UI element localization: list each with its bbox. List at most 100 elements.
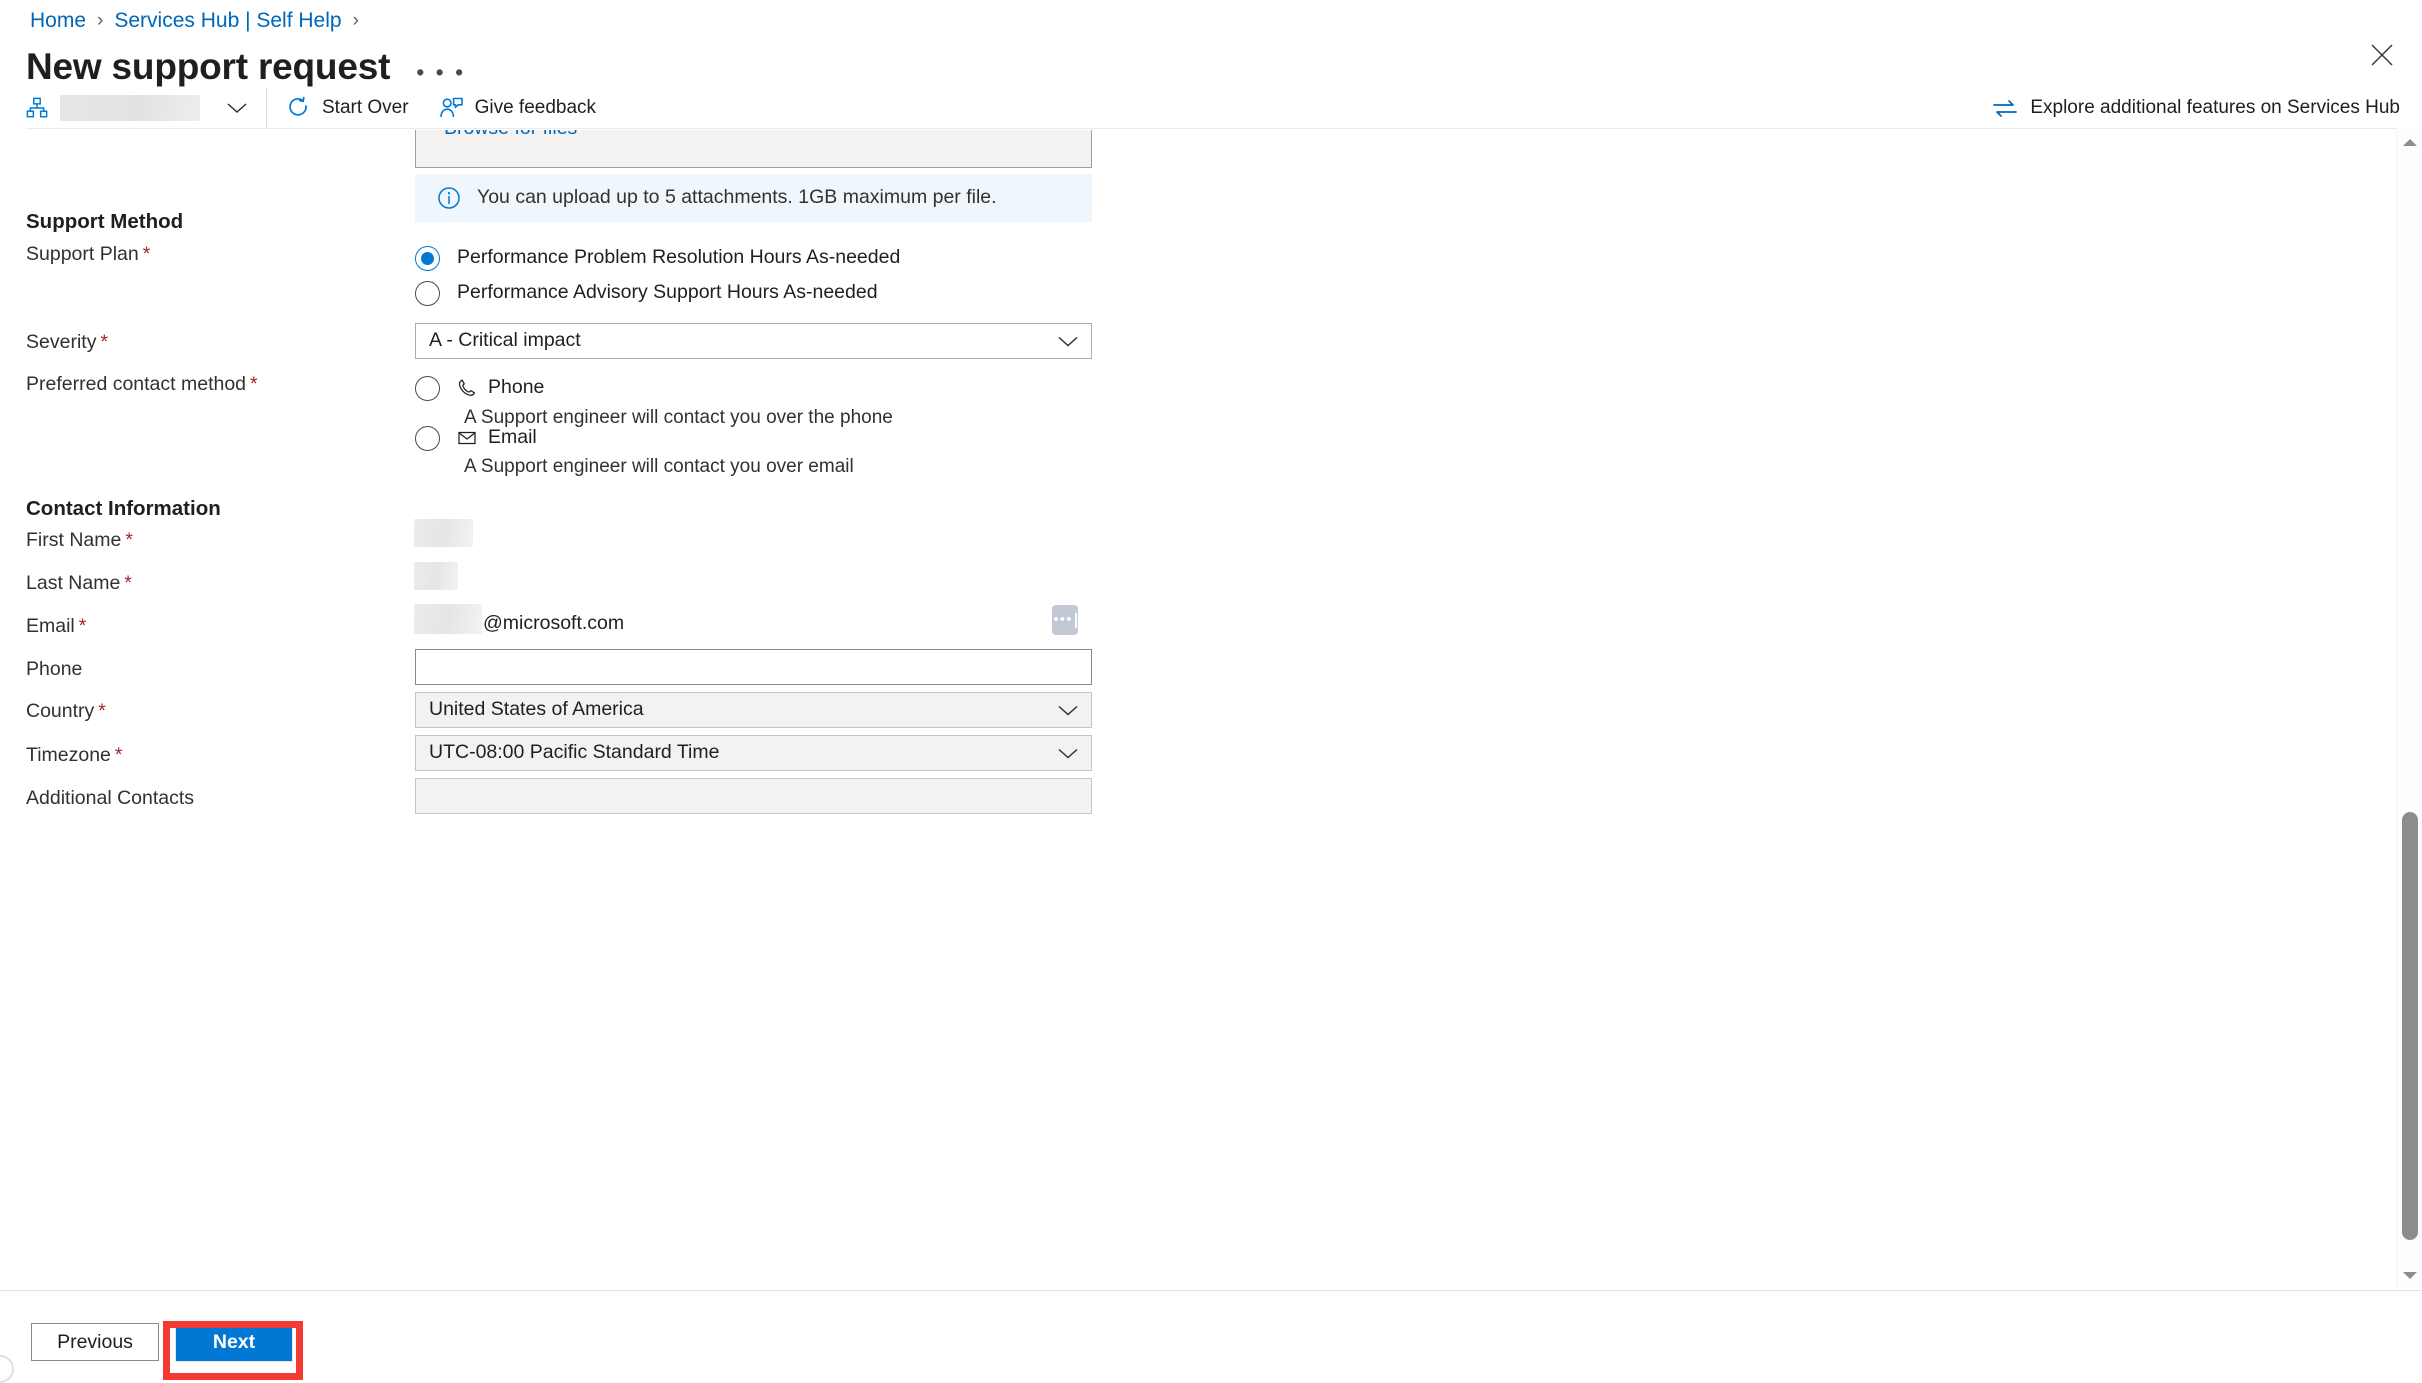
last-name-value-redacted — [414, 562, 458, 590]
required-asterisk: * — [124, 572, 132, 594]
give-feedback-button[interactable]: Give feedback — [427, 87, 608, 129]
start-over-label: Start Over — [322, 97, 409, 118]
phone-input[interactable] — [415, 649, 1092, 685]
country-value: United States of America — [429, 700, 644, 720]
footer-bar: Previous Next — [0, 1291, 2422, 1383]
phone-option-label-row: Phone — [457, 375, 544, 400]
last-name-label-text: Last Name — [26, 572, 121, 594]
phone-option-label: Phone — [488, 376, 545, 398]
email-option-label: Email — [488, 426, 537, 448]
info-icon — [437, 186, 461, 210]
preferred-contact-method-label-text: Preferred contact method — [26, 373, 247, 395]
severity-label-text: Severity — [26, 331, 97, 353]
hierarchy-icon — [26, 97, 48, 117]
email-option-label-row: Email — [457, 425, 537, 450]
required-asterisk: * — [250, 373, 258, 395]
explore-additional-features-label: Explore additional features on Services … — [2030, 96, 2400, 118]
support-plan-option-label: Performance Advisory Support Hours As-ne… — [457, 281, 878, 303]
page-more-options-button[interactable]: • • • — [416, 61, 465, 84]
support-plan-label: Support Plan * — [26, 243, 151, 265]
next-button[interactable]: Next — [175, 1322, 293, 1362]
upload-limit-text: You can upload up to 5 attachments. 1GB … — [477, 186, 997, 209]
additional-contacts-input[interactable] — [415, 778, 1092, 814]
scroll-down-arrow-icon[interactable] — [2397, 1263, 2422, 1287]
command-bar-rule — [26, 128, 2396, 129]
radio-indicator[interactable] — [415, 426, 440, 451]
scroll-up-glyph — [2403, 138, 2417, 146]
subscription-picker[interactable] — [26, 92, 248, 124]
timezone-label-text: Timezone — [26, 744, 111, 766]
close-button[interactable] — [2360, 33, 2404, 77]
additional-contacts-label: Additional Contacts — [26, 787, 198, 809]
ellipsis-icon: ••• — [1053, 610, 1073, 628]
radio-indicator[interactable] — [415, 246, 440, 271]
explore-additional-features-link[interactable]: Explore additional features on Services … — [1992, 86, 2400, 129]
radio-indicator[interactable] — [415, 281, 440, 306]
scrollbar-thumb[interactable] — [2402, 812, 2418, 1240]
corner-artifact — [0, 1355, 14, 1383]
first-name-value-redacted — [414, 519, 473, 547]
required-asterisk: * — [100, 331, 109, 353]
phone-label-text: Phone — [26, 658, 83, 680]
email-label: Email * — [26, 615, 87, 637]
chevron-down-icon — [1057, 747, 1079, 760]
support-plan-option-performance-advisory-support[interactable]: Performance Advisory Support Hours As-ne… — [415, 280, 878, 306]
required-asterisk: * — [142, 243, 151, 265]
browse-for-files-dropzone[interactable]: Browse for files — [415, 130, 1092, 168]
scroll-down-glyph — [2403, 1271, 2417, 1279]
upload-limit-note: You can upload up to 5 attachments. 1GB … — [415, 174, 1092, 222]
email-label-text: Email — [26, 615, 75, 637]
contact-information-heading: Contact Information — [26, 497, 221, 520]
severity-label: Severity * — [26, 331, 109, 353]
breadcrumb-separator-2: › — [352, 10, 359, 31]
severity-value: A - Critical impact — [429, 331, 581, 351]
chevron-down-icon — [1057, 335, 1079, 348]
support-plan-option-label: Performance Problem Resolution Hours As-… — [457, 246, 901, 268]
required-asterisk: * — [125, 529, 133, 551]
browse-for-files-link[interactable]: Browse for files — [444, 130, 577, 139]
give-feedback-label: Give feedback — [474, 97, 597, 118]
first-name-label-text: First Name — [26, 529, 122, 551]
country-dropdown[interactable]: United States of America — [415, 692, 1092, 728]
support-plan-option-performance-problem-resolution[interactable]: Performance Problem Resolution Hours As-… — [415, 245, 900, 271]
chevron-down-icon — [1057, 704, 1079, 717]
phone-icon — [457, 378, 477, 398]
phone-label: Phone — [26, 658, 86, 680]
email-domain-text: @microsoft.com — [483, 612, 625, 634]
breadcrumb-separator: › — [97, 10, 104, 31]
close-icon — [2371, 44, 2393, 66]
page-title: New support request — [26, 46, 391, 87]
preferred-contact-method-option-email[interactable]: Email — [415, 425, 537, 451]
timezone-value: UTC-08:00 Pacific Standard Time — [429, 743, 720, 763]
previous-button[interactable]: Previous — [31, 1323, 159, 1361]
page-title-row: New support request • • • — [26, 48, 466, 85]
country-label-text: Country — [26, 700, 95, 722]
radio-indicator[interactable] — [415, 376, 440, 401]
swap-arrows-icon — [1992, 98, 2018, 118]
required-asterisk: * — [98, 700, 106, 722]
severity-dropdown[interactable]: A - Critical impact — [415, 323, 1092, 359]
timezone-label: Timezone * — [26, 744, 123, 766]
breadcrumb: Home › Services Hub | Self Help › — [30, 10, 370, 31]
vertical-scrollbar[interactable] — [2396, 130, 2422, 1287]
required-asterisk: * — [114, 744, 123, 766]
scroll-up-arrow-icon[interactable] — [2397, 130, 2422, 154]
chevron-down-icon — [227, 102, 247, 113]
command-bar-divider — [266, 86, 267, 129]
email-local-part-redacted — [414, 604, 482, 634]
preferred-contact-method-option-phone[interactable]: Phone — [415, 375, 544, 401]
first-name-label: First Name * — [26, 529, 133, 551]
refresh-icon — [287, 96, 311, 120]
preferred-contact-method-label: Preferred contact method * — [26, 373, 258, 395]
breadcrumb-item-services-hub-self-help[interactable]: Services Hub | Self Help — [114, 10, 341, 31]
support-method-heading: Support Method — [26, 210, 184, 233]
additional-contacts-label-text: Additional Contacts — [26, 787, 195, 809]
email-more-options-button[interactable]: ••• — [1052, 605, 1078, 635]
country-label: Country * — [26, 700, 106, 722]
mail-icon — [457, 428, 477, 448]
start-over-button[interactable]: Start Over — [275, 87, 421, 129]
required-asterisk: * — [78, 615, 87, 637]
text-cursor — [1074, 612, 1077, 628]
breadcrumb-item-home[interactable]: Home — [30, 10, 86, 31]
timezone-dropdown[interactable]: UTC-08:00 Pacific Standard Time — [415, 735, 1092, 771]
